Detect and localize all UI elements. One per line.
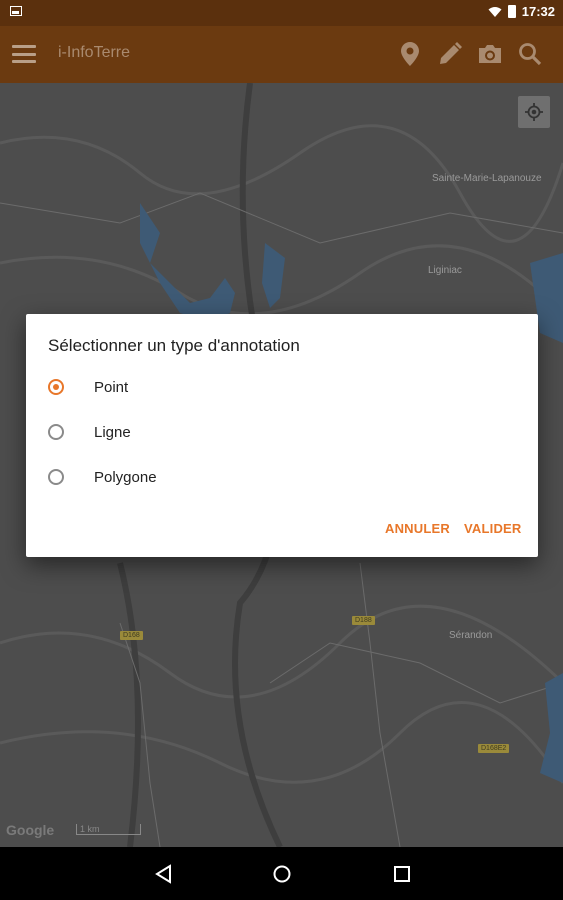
app-bar-actions — [397, 40, 543, 68]
status-time: 17:32 — [521, 4, 555, 19]
option-label: Ligne — [94, 423, 131, 441]
option-label: Point — [94, 378, 129, 396]
option-polygone[interactable]: Polygone — [48, 459, 348, 495]
menu-icon[interactable] — [12, 45, 36, 63]
google-attribution: Google — [6, 822, 55, 838]
wifi-icon — [488, 6, 502, 17]
my-location-button[interactable] — [518, 96, 550, 128]
back-icon[interactable] — [152, 863, 174, 885]
road-label: D188 — [352, 616, 375, 625]
option-point[interactable]: Point — [48, 369, 348, 405]
app-bar: i-InfoTerre — [0, 26, 563, 83]
camera-icon[interactable] — [477, 40, 503, 68]
place-label: Sainte-Marie-Lapanouze — [432, 173, 542, 184]
app-title: i-InfoTerre — [58, 44, 131, 61]
radio-button[interactable] — [48, 379, 64, 395]
search-icon[interactable] — [517, 40, 543, 68]
pencil-icon[interactable] — [437, 40, 463, 68]
location-pin-icon[interactable] — [397, 40, 423, 68]
confirm-button[interactable]: VALIDER — [464, 521, 522, 536]
home-icon[interactable] — [271, 863, 293, 885]
road-label: D168E2 — [478, 744, 510, 753]
cancel-button[interactable]: ANNULER — [385, 521, 450, 536]
image-notification-icon — [10, 6, 22, 16]
radio-button[interactable] — [48, 424, 64, 440]
option-label: Polygone — [94, 468, 157, 486]
annotation-type-dialog: Sélectionner un type d'annotation Point … — [26, 314, 538, 557]
option-ligne[interactable]: Ligne — [48, 414, 348, 450]
dialog-title: Sélectionner un type d'annotation — [48, 336, 300, 355]
radio-button[interactable] — [48, 469, 64, 485]
recents-icon[interactable] — [391, 863, 413, 885]
status-bar: 17:32 — [0, 0, 563, 26]
status-right: 17:32 — [488, 4, 555, 19]
place-label: Liginiac — [428, 265, 462, 276]
map-scale: 1 km — [76, 824, 141, 835]
place-label: Sérandon — [449, 630, 493, 641]
crosshair-icon — [525, 103, 543, 121]
system-navigation-bar — [0, 847, 563, 900]
battery-icon — [507, 5, 516, 18]
road-label: D168 — [120, 631, 143, 640]
